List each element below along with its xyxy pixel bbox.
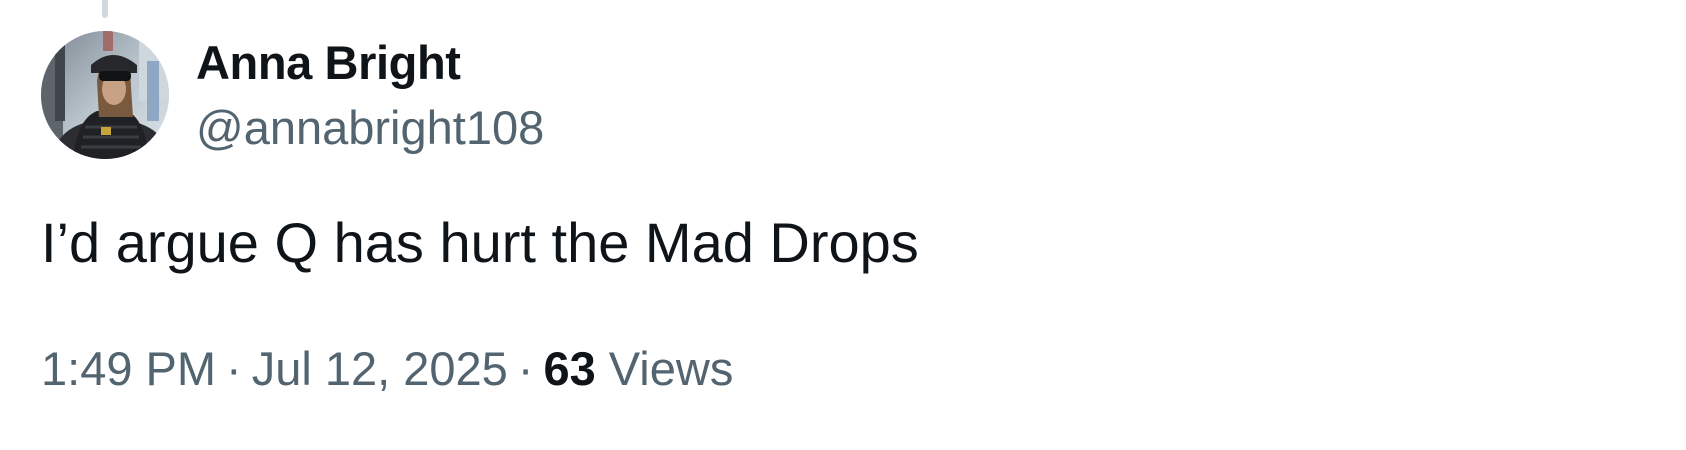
author-display-name[interactable]: Anna Bright: [196, 34, 461, 92]
tweet-meta: 1:49 PM · Jul 12, 2025 · 63 Views: [41, 340, 733, 398]
tweet-date[interactable]: Jul 12, 2025: [252, 342, 508, 395]
meta-separator: ·: [517, 342, 534, 395]
meta-separator: ·: [226, 342, 242, 395]
tweet-time[interactable]: 1:49 PM: [41, 342, 216, 395]
author-handle[interactable]: @annabright108: [196, 99, 544, 157]
avatar-photo: [41, 31, 169, 159]
thread-connector-line: [102, 0, 108, 18]
tweet-text: I’d argue Q has hurt the Mad Drops: [41, 211, 919, 274]
avatar[interactable]: [41, 31, 169, 159]
views-count: 63: [543, 342, 596, 395]
views-label: Views: [608, 342, 734, 395]
